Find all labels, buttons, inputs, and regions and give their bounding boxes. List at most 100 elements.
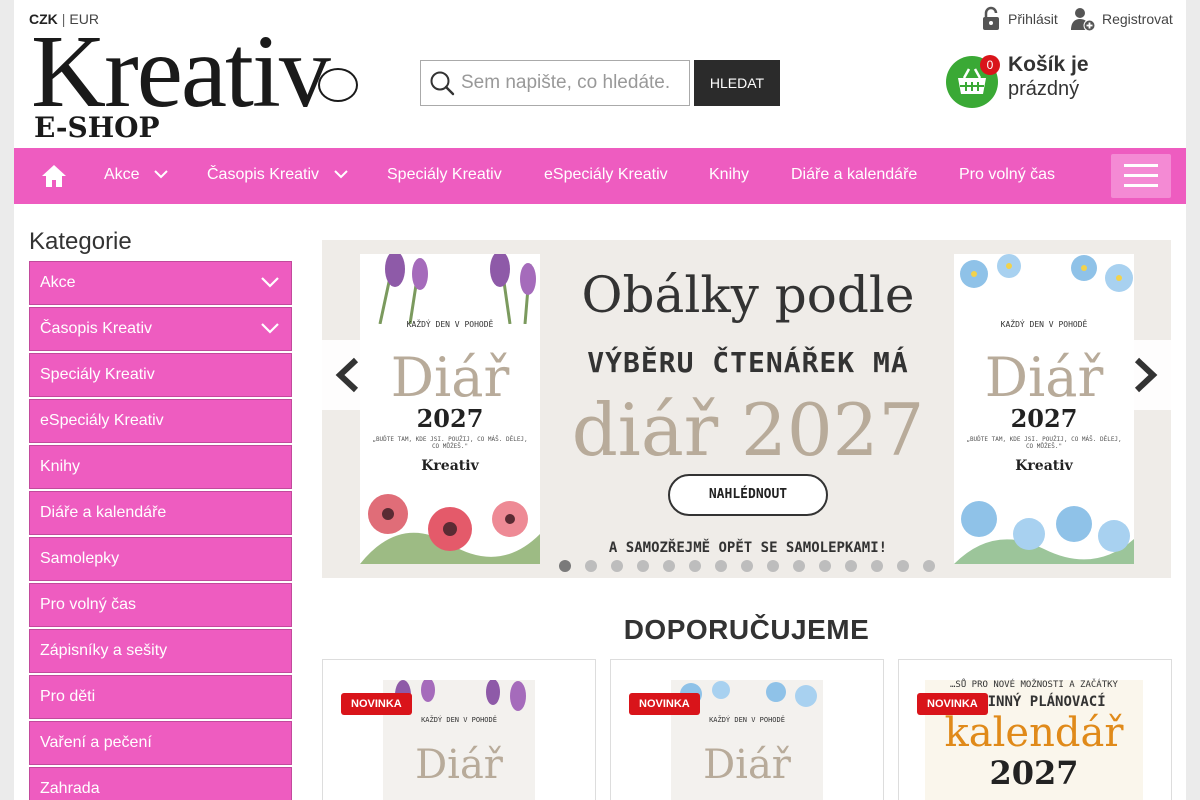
product-small-text: KAŽDÝ DEN V POHODĚ xyxy=(709,716,785,724)
chevron-down-icon xyxy=(333,170,348,179)
slider-dot[interactable] xyxy=(663,560,675,572)
cart[interactable]: 0 Košík je prázdný xyxy=(946,53,1176,110)
banner-subline: VÝBĚRU ČTENÁŘEK MÁ xyxy=(587,346,909,379)
slider-dot[interactable] xyxy=(923,560,935,572)
slider-dot[interactable] xyxy=(559,560,571,572)
banner-cover-right: KAŽDÝ DEN V POHODĚ Diář 2027 „BUĎTE TAM,… xyxy=(954,254,1134,564)
logo[interactable]: Kreativ E-SHOP xyxy=(31,20,371,144)
chevron-down-icon[interactable] xyxy=(261,323,279,334)
nav-item-casopis[interactable]: Časopis Kreativ xyxy=(207,148,348,204)
logo-sub: E-SHOP xyxy=(34,111,160,144)
cover-title: Diář xyxy=(390,346,510,409)
search-box xyxy=(420,60,690,106)
sidebar-item-label: Speciály Kreativ xyxy=(40,366,155,383)
cover-title: Diář xyxy=(984,346,1104,409)
home-icon[interactable] xyxy=(40,162,68,190)
product-card[interactable]: …SŮ PRO NOVÉ MOŽNOSTI A ZAČÁTKY RODINNÝ … xyxy=(898,659,1172,800)
sidebar-item-vareni[interactable]: Vaření a pečení xyxy=(29,721,292,765)
slider-dot[interactable] xyxy=(611,560,623,572)
sidebar-item-samolepky[interactable]: Samolepky xyxy=(29,537,292,581)
cover-quote: „BUĎTE TAM, KDE JSI. POUŽIJ, CO MÁŠ. DĚL… xyxy=(372,436,528,450)
add-user-icon xyxy=(1071,8,1096,32)
forget-me-nots-illustration xyxy=(954,474,1134,564)
register-link[interactable]: Registrovat xyxy=(1070,6,1173,32)
product-small-text: KAŽDÝ DEN V POHODĚ xyxy=(421,716,497,724)
chevron-right-icon xyxy=(1134,357,1158,393)
banner-slider[interactable]: KAŽDÝ DEN V POHODĚ Diář 2027 „BUĎTE TAM,… xyxy=(322,240,1171,578)
sidebar-item-especialy[interactable]: eSpeciály Kreativ xyxy=(29,399,292,443)
recommended-title: DOPORUČUJEME xyxy=(623,614,870,645)
slider-dot[interactable] xyxy=(845,560,857,572)
sidebar-item-zapisniky[interactable]: Zápisníky a sešity xyxy=(29,629,292,673)
page: CZK|EUR Kreativ E-SHOP HLEDAT Přihlásit xyxy=(14,0,1186,800)
product-title: Diář xyxy=(415,742,503,788)
new-badge: NOVINKA xyxy=(341,693,412,715)
chevron-left-icon xyxy=(335,357,359,393)
cart-title: Košík je xyxy=(1008,53,1089,76)
cover-small-text: KAŽDÝ DEN V POHODĚ xyxy=(1000,320,1088,329)
slider-dot[interactable] xyxy=(871,560,883,572)
login-label: Přihlásit xyxy=(1008,11,1058,27)
slider-dot[interactable] xyxy=(715,560,727,572)
nav-item-akce[interactable]: Akce xyxy=(104,148,168,204)
login-link[interactable]: Přihlásit xyxy=(980,6,1058,32)
sidebar-item-label: Knihy xyxy=(40,458,81,475)
sidebar-item-volny-cas[interactable]: Pro volný čas xyxy=(29,583,292,627)
nav-item-specialy[interactable]: Speciály Kreativ xyxy=(387,148,502,204)
slider-prev-button[interactable] xyxy=(322,340,372,410)
slider-dot[interactable] xyxy=(637,560,649,572)
nav-item-knihy[interactable]: Knihy xyxy=(709,148,749,204)
preview-button[interactable]: NAHLÉDNOUT xyxy=(668,474,828,516)
sidebar: Akce Časopis Kreativ Speciály Kreativ eS… xyxy=(29,261,292,800)
product-card[interactable]: KAŽDÝ DEN V POHODĚ Diář NOVINKA xyxy=(610,659,884,800)
slider-dot[interactable] xyxy=(897,560,909,572)
menu-bar xyxy=(1124,164,1158,167)
product-top-text: …SŮ PRO NOVÉ MOŽNOSTI A ZAČÁTKY xyxy=(950,680,1118,690)
menu-bar xyxy=(1124,184,1158,187)
sidebar-item-pro-deti[interactable]: Pro děti xyxy=(29,675,292,719)
slider-dot[interactable] xyxy=(585,560,597,572)
nav-item-label: Časopis Kreativ xyxy=(207,166,320,183)
sidebar-item-diare[interactable]: Diáře a kalendáře xyxy=(29,491,292,535)
nav-item-volny-cas[interactable]: Pro volný čas xyxy=(959,148,1055,204)
chevron-down-icon xyxy=(154,170,168,179)
sidebar-item-akce[interactable]: Akce xyxy=(29,261,292,305)
slider-dot[interactable] xyxy=(793,560,805,572)
product-year: 2027 xyxy=(989,754,1079,792)
product-title: Diář xyxy=(703,742,791,788)
search-input[interactable] xyxy=(461,61,686,105)
slider-dot[interactable] xyxy=(689,560,701,572)
menu-bar xyxy=(1124,174,1158,177)
sidebar-item-casopis[interactable]: Časopis Kreativ xyxy=(29,307,292,351)
search-button[interactable]: HLEDAT xyxy=(694,60,780,106)
nav-item-diare[interactable]: Diáře a kalendáře xyxy=(791,148,917,204)
slider-dot[interactable] xyxy=(767,560,779,572)
flowers-illustration xyxy=(360,254,540,324)
new-badge: NOVINKA xyxy=(629,693,700,715)
sidebar-item-label: Zahrada xyxy=(40,780,100,797)
menu-button[interactable] xyxy=(1111,154,1171,198)
cover-brand: Kreativ xyxy=(421,458,479,474)
sidebar-item-zahrada[interactable]: Zahrada xyxy=(29,767,292,800)
cover-quote: „BUĎTE TAM, KDE JSI. POUŽIJ, CO MÁŠ. DĚL… xyxy=(966,436,1122,450)
slider-dot[interactable] xyxy=(741,560,753,572)
slider-dot[interactable] xyxy=(819,560,831,572)
cart-count-badge: 0 xyxy=(980,55,1000,75)
nav-item-especialy[interactable]: eSpeciály Kreativ xyxy=(544,148,668,204)
slider-next-button[interactable] xyxy=(1121,340,1171,410)
poppies-illustration xyxy=(360,474,540,564)
sidebar-item-label: Pro děti xyxy=(40,688,96,705)
chevron-down-icon[interactable] xyxy=(261,277,279,288)
banner-headline: Obálky podle xyxy=(581,266,915,324)
product-title: kalendář xyxy=(944,710,1124,756)
cover-year: 2027 xyxy=(416,404,484,433)
sidebar-item-label: Samolepky xyxy=(40,550,120,567)
product-card[interactable]: KAŽDÝ DEN V POHODĚ Diář NOVINKA xyxy=(322,659,596,800)
banner-cover-left: KAŽDÝ DEN V POHODĚ Diář 2027 „BUĎTE TAM,… xyxy=(360,254,540,564)
register-label: Registrovat xyxy=(1102,11,1173,27)
cover-small-text: KAŽDÝ DEN V POHODĚ xyxy=(406,320,494,329)
sidebar-item-specialy[interactable]: Speciály Kreativ xyxy=(29,353,292,397)
main-nav: Akce Časopis Kreativ Speciály Kreativ eS… xyxy=(14,148,1186,204)
sidebar-item-knihy[interactable]: Knihy xyxy=(29,445,292,489)
sidebar-title: Kategorie xyxy=(29,228,132,255)
